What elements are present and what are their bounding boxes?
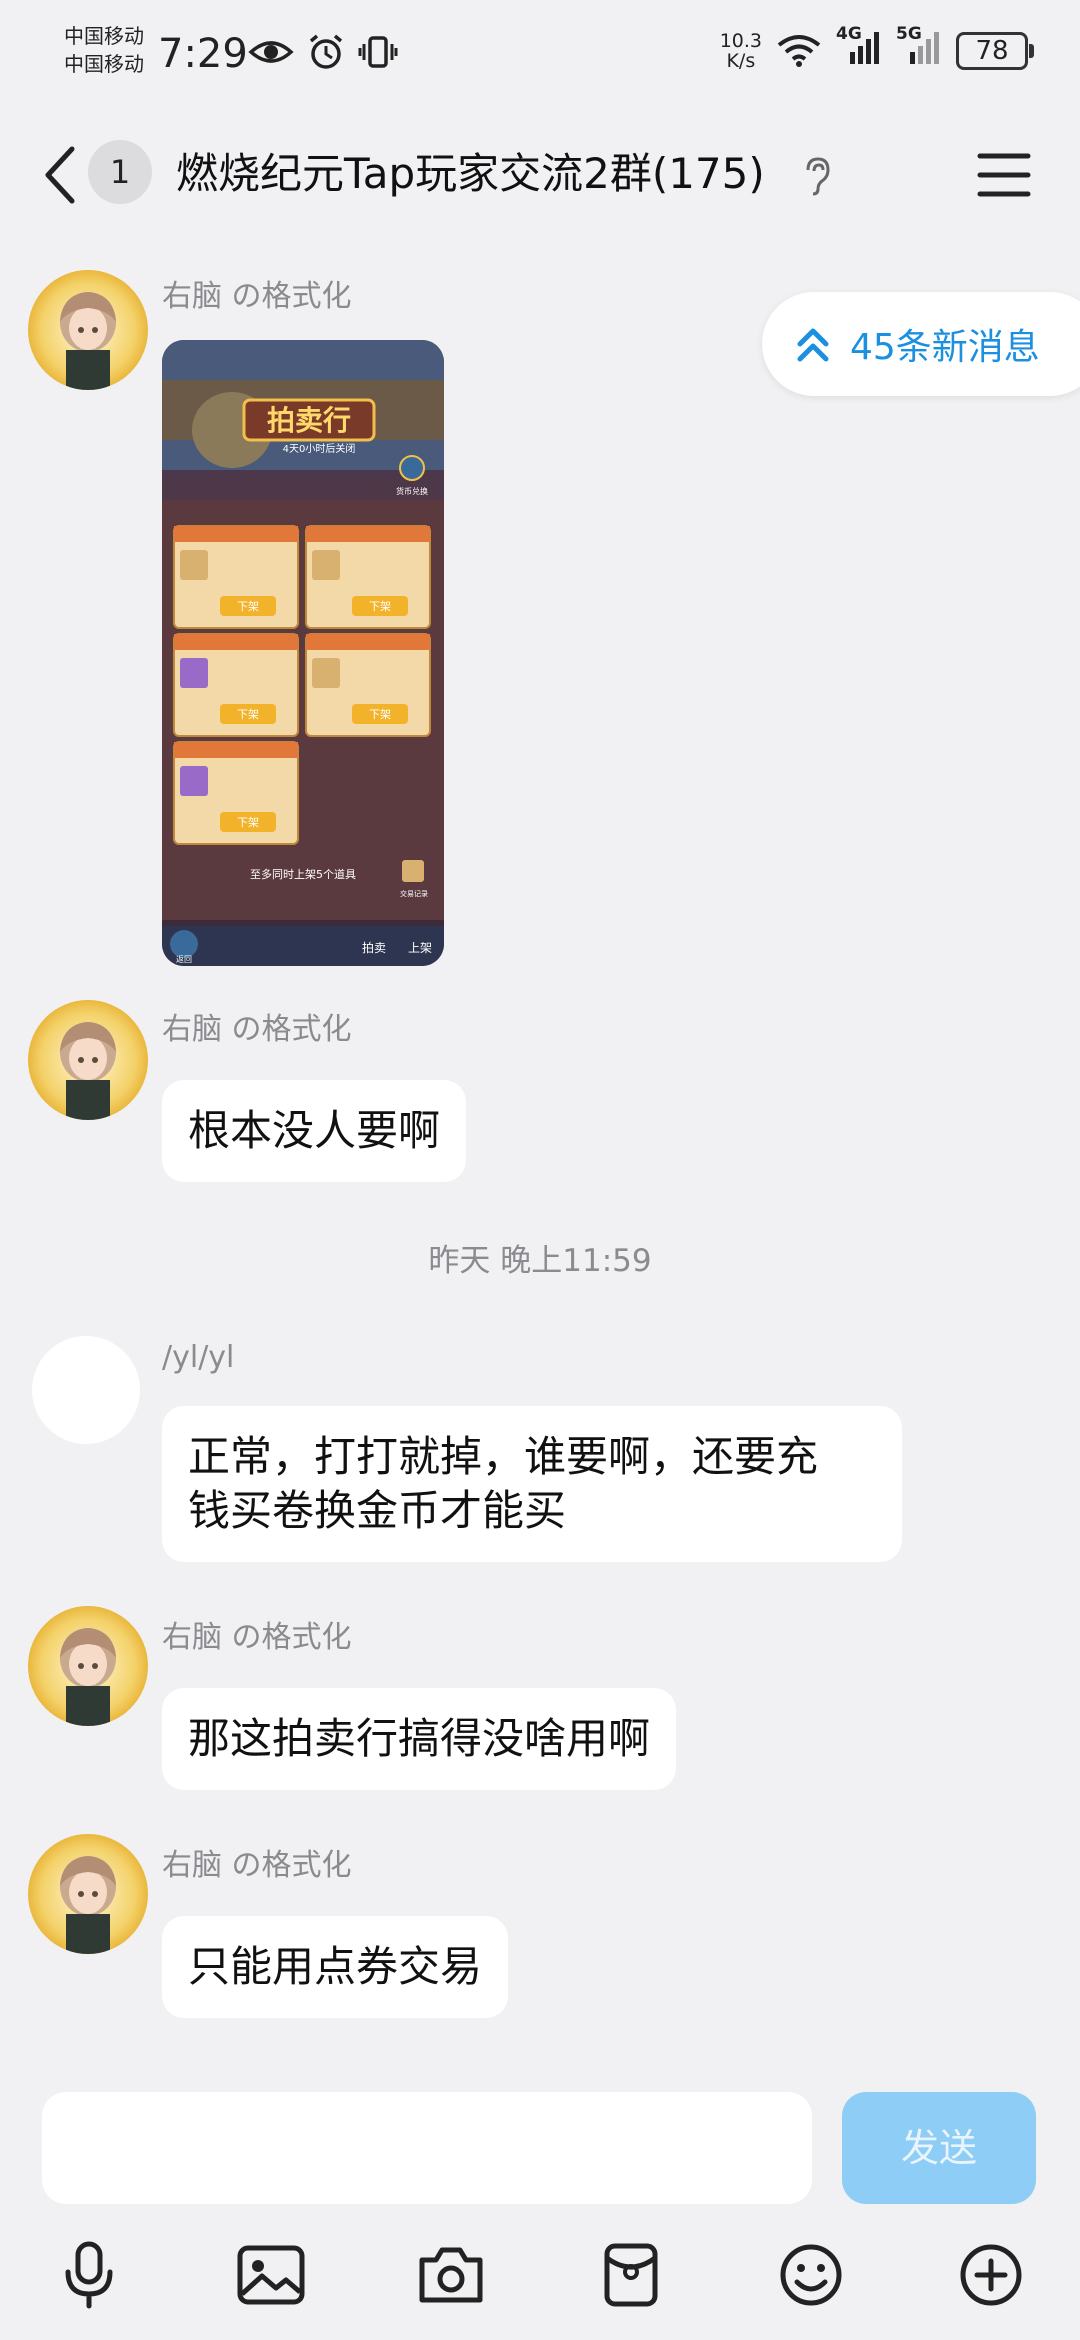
mic-icon [65,2241,113,2309]
back-label: 返回 [176,955,192,964]
battery-indicator: 78 [956,31,1034,70]
ear-icon [806,157,830,196]
anime-avatar-icon [60,292,116,390]
signal-4g-label: 4G [836,24,862,44]
message-line: 钱买卷换金币才能买 [188,1486,567,1535]
carrier-labels: 中国移动 中国移动 [64,22,144,78]
message-bubble[interactable]: 根本没人要啊 [162,1080,467,1182]
net-speed: 10.3 K/s [720,31,762,71]
voice-button[interactable] [44,2230,134,2320]
hamburger-menu-icon [977,153,1031,197]
avatar[interactable] [28,1000,148,1120]
avatar[interactable] [28,270,148,390]
auction-slot: 下架 [173,525,299,629]
unlist-button-label: 下架 [237,708,259,721]
composer-toolbar [0,2230,1080,2330]
vibrate-icon [358,36,398,68]
unlist-button-label: 下架 [237,600,259,613]
sender-name: 右脑 の格式化 [162,279,352,314]
unlist-button-label: 下架 [369,600,391,613]
signal-4g: 4G [836,24,882,71]
wifi-icon [777,34,821,67]
alarm-icon [309,34,343,69]
sender-name: 右脑 の格式化 [162,1012,352,1047]
trade-record-label: 交易记录 [400,889,428,898]
status-bar: 中国移动 中国移动 7:29 10.3 K/s 4G 5G 78 [0,0,1080,110]
double-chevron-up-icon [797,328,829,362]
auction-screenshot: 拍卖行 4天0小时后关闭 货币兑换 下架 下架 下架 下架 下架 至多同时上架5… [162,340,444,966]
anime-avatar-icon [60,1628,116,1726]
new-messages-button[interactable]: 45条新消息 [762,292,1080,396]
anime-avatar-icon [60,1856,116,1954]
carrier-2: 中国移动 [64,52,144,76]
sender-name: /yl/yl [162,1340,235,1375]
message-bubble[interactable]: 正常，打打就掉，谁要啊，还要充 钱买卷换金币才能买 [162,1406,902,1562]
net-speed-unit: K/s [726,49,756,72]
avatar[interactable] [28,1834,148,1954]
auction-slot: 下架 [305,633,431,737]
clock: 7:29 [158,31,248,77]
signal-5g: 5G [896,24,942,71]
camera-button[interactable] [406,2230,496,2320]
emoji-icon [780,2244,842,2306]
tab-list-label: 上架 [408,941,432,955]
auction-slot: 下架 [173,633,299,737]
carrier-1: 中国移动 [64,24,144,48]
message-bubble[interactable]: 只能用点券交易 [162,1916,509,2018]
emoji-button[interactable] [766,2230,856,2320]
message-bubble[interactable]: 那这拍卖行搞得没啥用啊 [162,1688,677,1790]
auction-title: 拍卖行 [267,404,351,437]
sender-name: 右脑 の格式化 [162,1620,352,1655]
back-button[interactable] [30,142,90,208]
avatar[interactable] [32,1336,140,1444]
time-separator: 昨天 晚上11:59 [428,1243,652,1279]
red-packet-icon [604,2243,658,2307]
message-line: 正常，打打就掉，谁要啊，还要充 [188,1432,819,1481]
send-button[interactable]: 发送 [842,2092,1036,2204]
red-packet-button[interactable] [586,2230,676,2320]
image-icon [237,2245,305,2305]
unlist-button-label: 下架 [237,816,259,829]
shared-image[interactable]: 拍卖行 4天0小时后关闭 货币兑换 下架 下架 下架 下架 下架 至多同时上架5… [162,340,444,966]
anime-avatar-icon [60,1022,116,1120]
net-speed-value: 10.3 [719,29,762,52]
tab-auction-label: 拍卖 [362,940,386,955]
currency-exchange-label: 货币兑换 [396,486,428,496]
gallery-button[interactable] [226,2230,316,2320]
auction-slot: 下架 [305,525,431,629]
status-icons-left [248,32,398,72]
more-button[interactable] [946,2230,1036,2320]
chat-title[interactable]: 燃烧纪元Tap玩家交流2群(175) [176,146,765,202]
camera-icon [419,2247,483,2303]
signal-5g-label: 5G [896,24,922,44]
new-messages-label: 45条新消息 [850,327,1040,368]
status-icons-right: 10.3 K/s 4G 5G 78 [720,24,1034,71]
menu-button[interactable] [976,150,1032,200]
eye-icon [248,41,294,63]
auction-footer-text: 至多同时上架5个道具 [250,867,356,881]
unread-count-badge[interactable]: 1 [88,140,152,204]
message-input[interactable] [42,2092,812,2204]
plus-icon [960,2244,1022,2306]
unlist-button-label: 下架 [369,708,391,721]
chat-header: 1 燃烧纪元Tap玩家交流2群(175) [0,110,1080,240]
avatar[interactable] [28,1606,148,1726]
sender-name: 右脑 の格式化 [162,1848,352,1883]
chevron-left-icon [45,146,75,204]
auction-slot: 下架 [173,741,299,845]
auction-subtitle: 4天0小时后关闭 [283,442,356,455]
composer: 发送 [0,2076,1080,2340]
